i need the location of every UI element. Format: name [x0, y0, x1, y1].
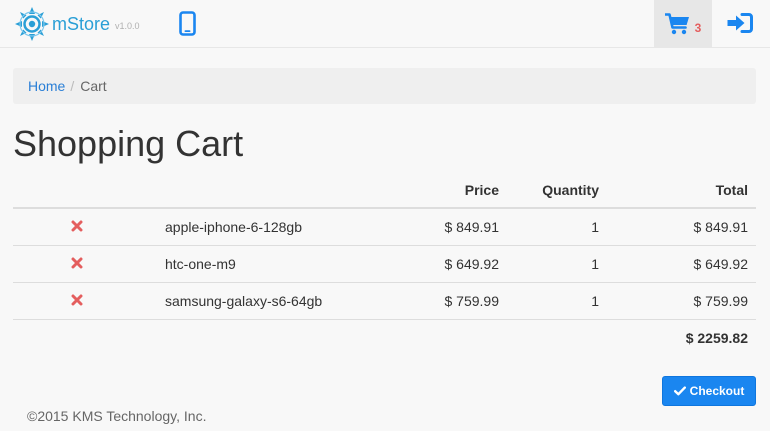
breadcrumb-home-link[interactable]: Home [28, 78, 65, 94]
remove-cell [13, 281, 141, 319]
grand-total-row: $ 2259.82 [13, 318, 756, 357]
product-name: htc-one-m9 [141, 244, 371, 282]
remove-item-button[interactable] [70, 293, 84, 307]
product-name: samsung-galaxy-s6-64gb [141, 281, 371, 319]
header-quantity: Quantity [507, 172, 607, 209]
header-total: Total [607, 172, 756, 209]
remove-x-icon [71, 257, 83, 268]
product-price: $ 849.91 [444, 218, 500, 235]
header-product [141, 172, 371, 209]
checkout-button[interactable]: Checkout [662, 376, 756, 406]
check-icon [673, 386, 686, 396]
header-price: Price [371, 172, 507, 209]
nav-cart-link[interactable]: 3 [654, 0, 712, 47]
table-row: htc-one-m9 $ 649.92 1 $ 649.92 [13, 244, 756, 282]
breadcrumb-separator: / [70, 78, 75, 94]
sign-in-button[interactable] [725, 10, 755, 36]
shopping-cart-icon [664, 12, 689, 34]
table-header-row: Price Quantity Total [13, 172, 756, 209]
cart-count-badge: 3 [694, 20, 702, 35]
product-name: apple-iphone-6-128gb [165, 218, 302, 235]
remove-cell [13, 208, 141, 245]
product-total: $ 849.91 [693, 218, 749, 235]
product-quantity: 1 [507, 281, 607, 319]
product-quantity: 1 [507, 244, 607, 282]
breadcrumb-current: Cart [80, 78, 107, 94]
sign-in-icon [727, 13, 753, 33]
grand-total-spacer [13, 318, 607, 357]
remove-item-button[interactable] [70, 256, 84, 270]
product-price: $ 759.99 [371, 281, 507, 319]
product-total: $ 759.99 [607, 281, 756, 319]
product-price: $ 649.92 [371, 244, 507, 282]
mobile-phone-icon [178, 10, 196, 36]
cart-table: Price Quantity Total apple-iphone-6-128g… [13, 172, 756, 357]
breadcrumb: Home / Cart [13, 68, 756, 104]
remove-x-icon [71, 294, 83, 305]
product-quantity: 1 [591, 218, 599, 235]
remove-cell [13, 244, 141, 282]
table-row: samsung-galaxy-s6-64gb $ 759.99 1 $ 759.… [13, 281, 756, 319]
navbar: mStore v1.0.0 3 [0, 0, 770, 48]
mstore-logo-icon [15, 7, 49, 41]
brand-name: mStore [52, 14, 111, 34]
nav-phones-link[interactable] [176, 10, 198, 36]
brand-link[interactable]: mStore v1.0.0 [14, 6, 140, 42]
header-remove [13, 172, 141, 209]
grand-total: $ 2259.82 [607, 318, 756, 357]
footer-copyright: ©2015 KMS Technology, Inc. [27, 408, 207, 424]
page-title: Shopping Cart [13, 123, 244, 164]
table-row: apple-iphone-6-128gb $ 849.91 1 $ 849.91 [13, 208, 756, 245]
remove-x-icon [71, 220, 83, 232]
checkout-label: Checkout [689, 384, 745, 398]
product-total: $ 649.92 [607, 244, 756, 282]
brand-version: v1.0.0 [115, 21, 140, 31]
remove-item-button[interactable] [70, 219, 84, 233]
